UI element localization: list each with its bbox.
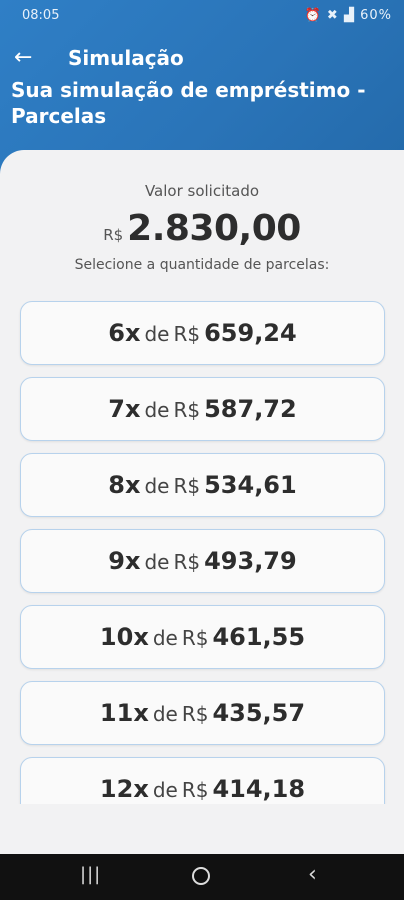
installment-de: de [152,702,178,726]
arrow-left-icon[interactable]: ← [14,44,40,72]
screen-title: Simulação [68,46,184,70]
amount-value: 2.830,00 [127,208,301,249]
top-bar: ← Simulação [0,44,404,76]
bottom-spacer [0,804,404,854]
installment-amount: 461,55 [212,623,306,651]
installment-option-8x[interactable]: 8x de R$ 534,61 [20,453,385,517]
installment-option-6x[interactable]: 6x de R$ 659,24 [20,301,385,365]
page-heading: Sua simulação de empréstimo - Parcelas [11,78,366,128]
system-navigation-bar: ||| ‹ [0,854,404,900]
home-icon[interactable] [192,867,210,885]
installment-count: 8x [108,471,141,499]
requested-amount-label: Valor solicitado [144,182,260,200]
installment-de: de [144,322,170,346]
installment-list: 6x de R$ 659,24 7x de R$ 587,72 8x de R$ 534,61 9… [20,301,385,804]
installment-option-12x[interactable]: 12x de R$ 414,18 [20,757,385,804]
currency-symbol: R$ [103,226,124,244]
installment-option-7x[interactable]: 7x de R$ 587,72 [20,377,385,441]
installment-de: de [144,474,170,498]
back-icon[interactable]: ‹ [308,862,317,887]
installment-currency: R$ [181,778,209,802]
installment-de: de [144,398,170,422]
installment-currency: R$ [173,322,201,346]
installment-option-10x[interactable]: 10x de R$ 461,55 [20,605,385,669]
installment-option-9x[interactable]: 9x de R$ 493,79 [20,529,385,593]
installment-amount: 435,57 [212,699,306,727]
status-icons: ⏰ ✖ ▟ 60% [305,8,392,23]
recent-apps-icon[interactable]: ||| [80,864,101,885]
installments-instruction: Selecione a quantidade de parcelas: [74,257,330,273]
installment-currency: R$ [173,550,201,574]
installment-amount: 534,61 [204,471,297,499]
installment-amount: 493,79 [204,547,297,575]
battery-level: 60% [360,8,392,23]
signal-icon: ▟ [343,8,355,23]
installment-de: de [144,550,170,574]
installment-de: de [152,626,178,650]
content-panel: Valor solicitado R$ 2.830,00 Selecione a … [0,150,404,804]
installment-currency: R$ [173,398,201,422]
installment-count: 12x [99,775,149,803]
installment-amount: 659,24 [204,319,297,347]
installment-count: 10x [99,623,149,651]
installment-currency: R$ [181,626,209,650]
installment-option-11x[interactable]: 11x de R$ 435,57 [20,681,385,745]
installment-count: 9x [108,547,141,575]
installment-amount: 587,72 [204,395,297,423]
status-time: 08:05 [22,8,60,23]
status-bar: 08:05 ⏰ ✖ ▟ 60% [0,0,404,32]
mute-icon: ✖ [326,8,339,23]
requested-amount: R$ 2.830,00 [0,208,404,249]
alarm-icon: ⏰ [304,8,322,23]
installment-count: 6x [108,319,141,347]
installment-currency: R$ [173,474,201,498]
installment-currency: R$ [181,702,209,726]
installment-amount: 414,18 [212,775,306,803]
installment-count: 7x [108,395,141,423]
installment-count: 11x [99,699,149,727]
installment-de: de [152,778,178,802]
